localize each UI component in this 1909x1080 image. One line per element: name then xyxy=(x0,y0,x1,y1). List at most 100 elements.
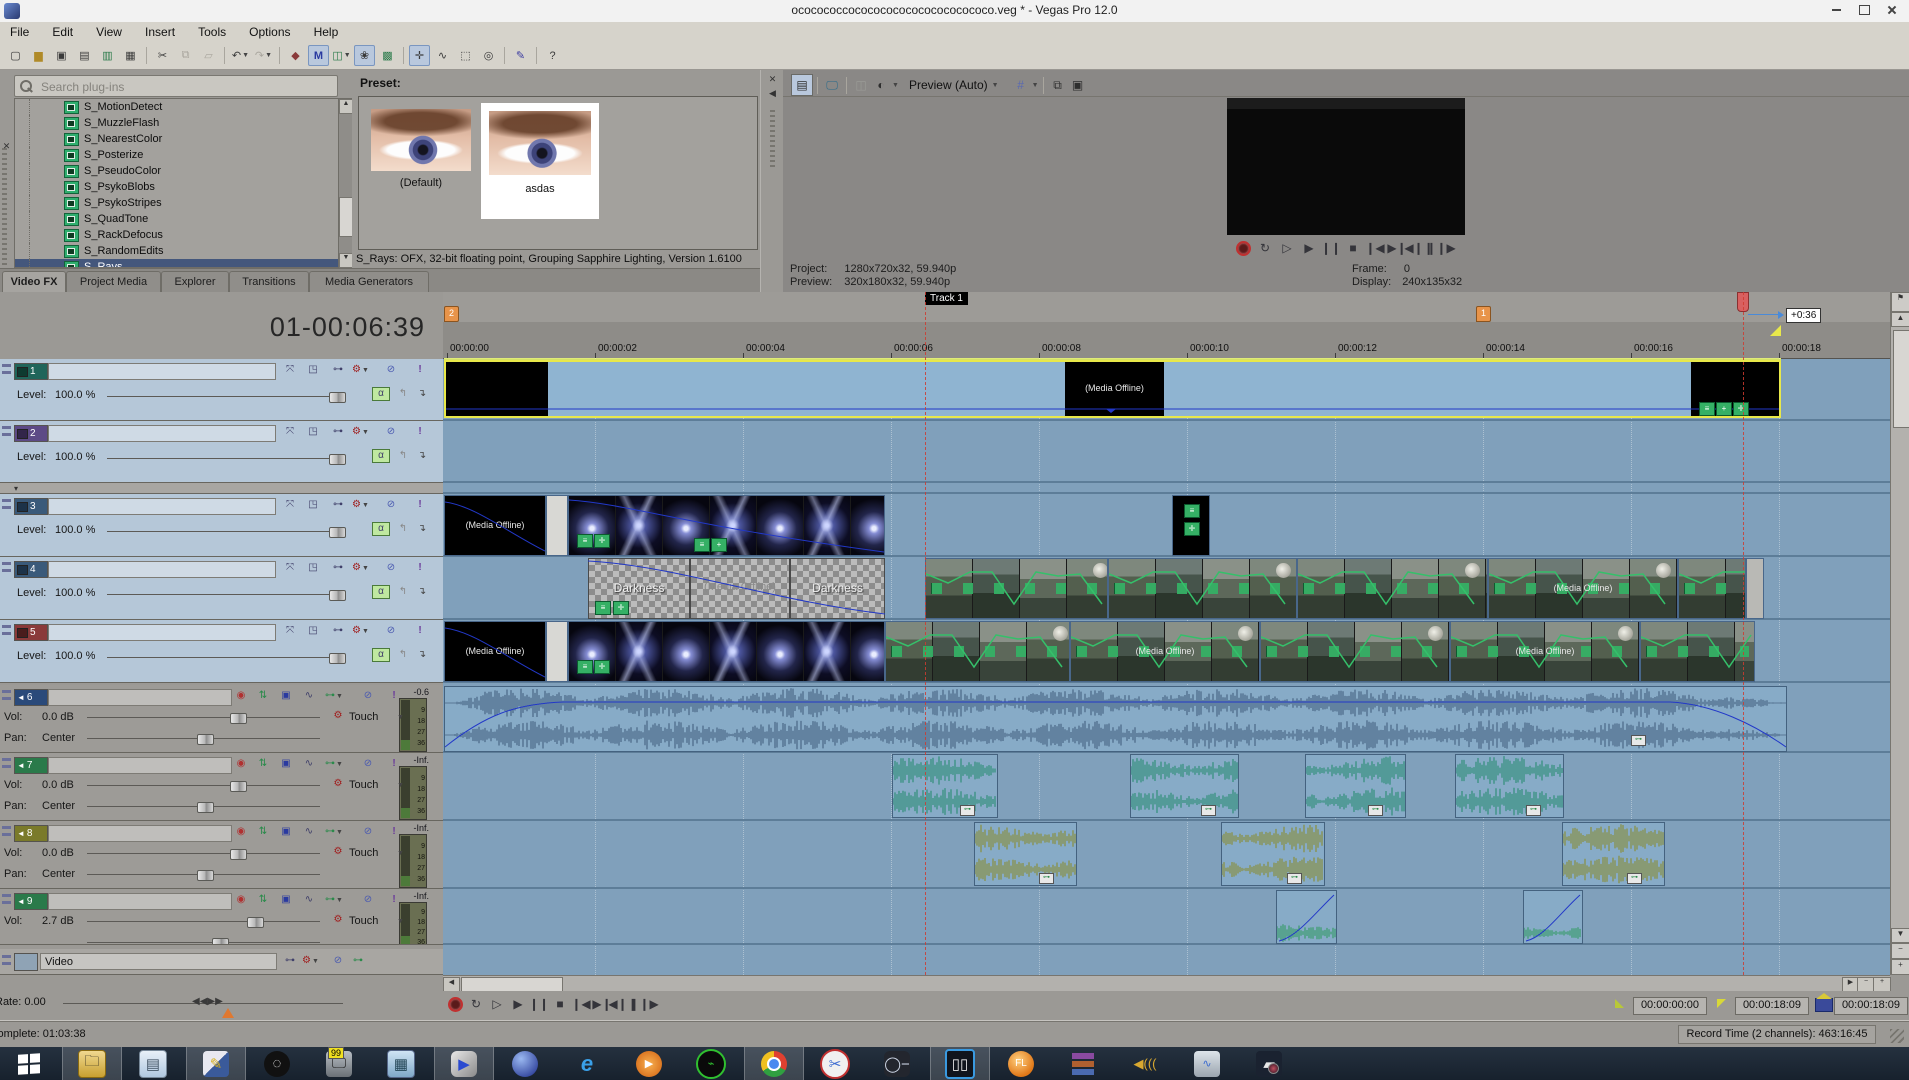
envelope-tool-icon[interactable]: ∿ xyxy=(432,45,453,66)
level-slider[interactable] xyxy=(107,454,346,465)
event-fx-icon[interactable]: ✛ xyxy=(613,601,629,615)
pan-slider[interactable] xyxy=(87,938,320,944)
timeline-vscrollbar[interactable]: ⚑ ▲ ▼ − + xyxy=(1890,292,1909,975)
video-event-flashy[interactable]: ≡ ✛ ≡ + xyxy=(568,495,885,556)
close-icon[interactable]: ✕ xyxy=(767,74,778,85)
track-motion-icon[interactable]: ◳ xyxy=(305,624,321,639)
taskbar-icon-vegas-pro[interactable]: ▶ xyxy=(434,1047,494,1080)
cursor-time-display[interactable]: 01-00:06:39 xyxy=(60,312,425,343)
video-event-flashy[interactable]: ≡ ✛ xyxy=(568,621,885,682)
make-parent-icon[interactable]: ↰ xyxy=(395,387,411,402)
invert-phase-icon[interactable]: ⇅ xyxy=(255,825,271,840)
taskbar-icon-notepad[interactable]: ▤ xyxy=(124,1047,182,1080)
pause-icon[interactable]: ❙❙ xyxy=(1321,239,1341,257)
normal-edit-tool-icon[interactable]: ✛ xyxy=(409,45,430,66)
maximize-button[interactable] xyxy=(1850,0,1878,20)
mute-icon[interactable]: ⊘ xyxy=(360,825,376,840)
mute-icon[interactable]: ⊘ xyxy=(383,624,399,639)
bypass-motion-blur-icon[interactable]: ⤧ xyxy=(282,363,298,378)
go-to-start-icon[interactable]: ❙◀ xyxy=(1365,239,1385,257)
video-event-forest-offline[interactable]: (Media Offline) xyxy=(1070,621,1260,682)
event-plugin-chip[interactable]: ⊶ xyxy=(1631,735,1646,746)
track-header-7[interactable]: ◄ 7 ◉ ⇅ ▣ ∿ ⊶▼ ⊘ ! -Inf. 9 18 27 36 Vol: … xyxy=(0,753,443,821)
level-slider[interactable] xyxy=(107,590,346,601)
envelope-edit-icon[interactable]: M xyxy=(308,45,329,66)
invert-phase-icon[interactable]: ⇅ xyxy=(255,757,271,772)
track-motion-icon[interactable]: ◳ xyxy=(305,425,321,440)
menu-view[interactable]: View xyxy=(86,22,132,42)
track-header-3[interactable]: 3 ⤧ ◳ ⊶ ⚙▼ ⊘ ! Level: 100.0 % α ↰ ↴ xyxy=(0,494,443,557)
render-icon[interactable]: ▥ xyxy=(97,45,118,66)
video-event-offline-stub[interactable] xyxy=(1746,558,1764,619)
menu-edit[interactable]: Edit xyxy=(42,22,83,42)
plugin-list[interactable]: S_MotionDetect S_MuzzleFlash S_NearestCo… xyxy=(14,98,340,268)
automation-gear-icon[interactable]: ⚙ xyxy=(330,709,346,724)
minimize-button[interactable] xyxy=(1822,0,1850,20)
save-snapshot-icon[interactable]: ▣ xyxy=(1068,75,1088,95)
bus-fx-icon[interactable]: ⊶ xyxy=(282,954,298,969)
expand-arrow-icon[interactable]: ▾ xyxy=(14,484,18,493)
track-fx-icon[interactable]: ⊶ xyxy=(330,363,346,378)
pan-plugin-icon[interactable]: ⊶▼ xyxy=(325,825,343,840)
mute-icon[interactable]: ⊘ xyxy=(360,689,376,704)
event-fx-icon[interactable]: + xyxy=(1716,402,1732,416)
zoom-in-vertical-icon[interactable]: + xyxy=(1891,959,1909,975)
track-row-9[interactable] xyxy=(443,889,1890,945)
track-name-field[interactable] xyxy=(48,498,276,515)
bus-gear-icon[interactable]: ⚙▼ xyxy=(302,954,319,969)
track-fx-icon[interactable]: ▣ xyxy=(278,825,294,840)
bus-mute-icon[interactable]: ⊘ xyxy=(330,954,346,969)
pan-slider[interactable] xyxy=(87,734,320,745)
mute-icon[interactable]: ⊘ xyxy=(383,498,399,513)
mute-icon[interactable]: ⊘ xyxy=(360,757,376,772)
make-parent-icon[interactable]: ↰ xyxy=(395,585,411,600)
track-fx-icon[interactable]: ⊶ xyxy=(330,561,346,576)
video-event-darkness-2[interactable]: Darkness xyxy=(790,558,885,619)
track-fx-icon[interactable]: ⊶ xyxy=(330,498,346,513)
pin-icon[interactable]: ◀ xyxy=(767,88,778,99)
tab-project-media[interactable]: Project Media xyxy=(66,271,161,293)
track-name-field[interactable] xyxy=(48,363,276,380)
pan-slider[interactable] xyxy=(87,870,320,881)
record-icon[interactable] xyxy=(1233,239,1253,257)
track-motion-icon[interactable]: ◳ xyxy=(305,363,321,378)
redo-icon[interactable]: ↷ ▼ xyxy=(253,45,274,66)
taskbar-icon-chrome[interactable] xyxy=(744,1047,804,1080)
taskbar-icon-obs[interactable]: ◌ xyxy=(248,1047,306,1080)
event-plugin-chip[interactable]: ⊶ xyxy=(1526,805,1541,816)
plugin-row[interactable]: S_NearestColor xyxy=(15,131,339,147)
compositing-mode-icon[interactable]: α xyxy=(372,648,390,662)
audio-event-track8[interactable]: ⊶ xyxy=(974,822,1077,886)
bypass-motion-blur-icon[interactable]: ⤧ xyxy=(282,561,298,576)
tab-video-fx[interactable]: Video FX xyxy=(2,271,66,293)
rate-shuttle-handle[interactable]: ◀◀▶▶ xyxy=(192,996,223,1007)
stop-icon[interactable]: ■ xyxy=(1343,239,1363,257)
arm-record-icon[interactable]: ◉ xyxy=(233,893,249,908)
track-row-collapsed[interactable] xyxy=(443,483,1890,494)
pan-plugin-icon[interactable]: ⊶▼ xyxy=(325,757,343,772)
composite-mode-icon[interactable]: ⚙▼ xyxy=(352,561,369,576)
event-plugin-chip[interactable]: ⊶ xyxy=(960,805,975,816)
split-screen-icon[interactable]: ◫ xyxy=(851,75,871,95)
track-fx-icon[interactable]: ⊶ xyxy=(330,624,346,639)
resize-grip[interactable] xyxy=(1890,1029,1904,1043)
automation-gear-icon[interactable]: ⚙ xyxy=(330,777,346,792)
taskbar-icon-snipping-tool[interactable]: ✂ xyxy=(806,1047,864,1080)
plugin-row[interactable]: S_RackDefocus xyxy=(15,227,339,243)
timeline-marker-2[interactable]: 2 xyxy=(444,306,459,322)
auto-ripple-icon[interactable]: ❀ xyxy=(354,45,375,66)
taskbar-icon-steam[interactable]: ◯− xyxy=(868,1047,926,1080)
track-name-field[interactable] xyxy=(48,757,232,774)
automation-gear-icon[interactable]: ⚙ xyxy=(330,913,346,928)
video-event-forest[interactable] xyxy=(1678,558,1746,619)
plugin-row[interactable]: S_MuzzleFlash xyxy=(15,115,339,131)
taskbar-icon-movie-app[interactable]: ▯▯ xyxy=(930,1047,990,1080)
track-name-field[interactable] xyxy=(48,561,276,578)
pause-icon[interactable]: ❙❙ xyxy=(529,995,549,1013)
project-properties-icon[interactable]: ▤ xyxy=(791,74,813,96)
track-header-2[interactable]: 2 ⤧ ◳ ⊶ ⚙▼ ⊘ ! Level: 100.0 % α ↰ ↴ xyxy=(0,421,443,483)
make-child-icon[interactable]: ↴ xyxy=(414,387,430,402)
taskbar-icon-image-editor[interactable]: ✎ xyxy=(186,1047,246,1080)
dock-grip[interactable] xyxy=(770,110,775,170)
grid-overlay-icon[interactable]: # xyxy=(1011,75,1031,95)
